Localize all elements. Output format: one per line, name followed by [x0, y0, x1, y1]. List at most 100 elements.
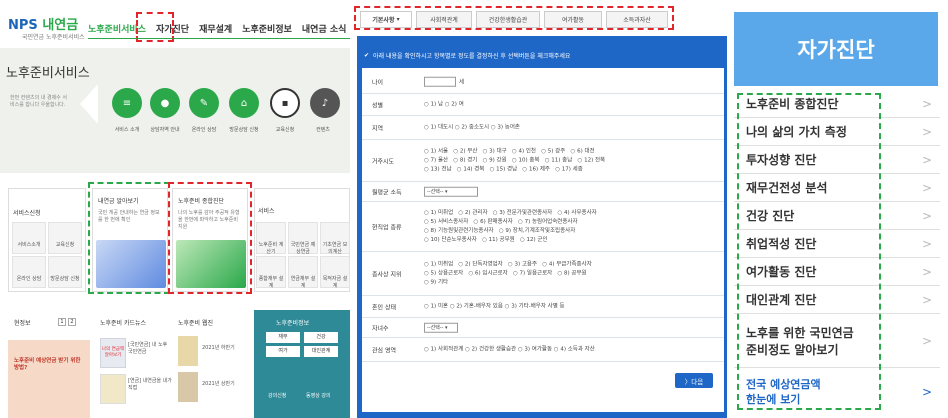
status-radios[interactable]: ○ 1) 미취업 ○ 2) 단독자영업자 ○ 3) 고용주 ○ 4) 무급가족종…: [424, 260, 592, 287]
hero-desc: 한번 컨텐츠의 내 경제수 서비스를 합니다 우울합니다.: [10, 95, 67, 108]
service2-tile[interactable]: 종합재무 설계: [256, 256, 286, 289]
form-row-children: 자녀수 --선택-- ▾: [362, 318, 724, 338]
tab-basic-label: 기본사항: [372, 17, 395, 24]
service-circle-4[interactable]: ⌂: [229, 88, 259, 118]
cardnews-item[interactable]: [연금] 내연금을 내가 직접: [128, 378, 172, 392]
guide-link[interactable]: 동영상 강의: [306, 392, 331, 399]
chevron-right-icon: >: [921, 334, 932, 348]
chevron-right-icon: >: [921, 384, 932, 399]
nav-item-finance[interactable]: 재무설계: [199, 22, 232, 35]
guide-tile[interactable]: 대인관계: [304, 346, 338, 357]
chevron-right-icon: >: [921, 208, 932, 223]
radio-options: 1) 대도시 ○ 2) 중소도시 ○ 3) 농어촌: [430, 124, 520, 130]
webzine-thumb[interactable]: [178, 336, 198, 366]
building-icon: ⌂: [229, 88, 259, 118]
income-select[interactable]: --선택-- ▾: [424, 186, 478, 197]
radio-options: 1) 미취업 ○ 2) 관리자 ○ 3) 전문가및관련종사자 ○ 4) 사무종사…: [424, 209, 597, 243]
gender-radios[interactable]: ○ 1) 남 ○ 2) 여: [424, 100, 464, 109]
row-label: 월평균 소득: [372, 189, 402, 196]
service2-tile[interactable]: 목적자금 설계: [320, 256, 350, 289]
income-select-wrap: --선택-- ▾: [424, 186, 478, 197]
nav-item-info[interactable]: 노후준비정보: [242, 22, 292, 35]
form-row-region: 지역 ○ 1) 대도시 ○ 2) 중소도시 ○ 3) 농어촌: [362, 116, 724, 140]
tab-leisure[interactable]: 여가활동: [544, 11, 602, 28]
radio-options: 1) 남 ○ 2) 여: [430, 101, 464, 107]
service-circle-1[interactable]: ≡: [112, 88, 142, 118]
chevron-right-icon: >: [921, 96, 932, 111]
region-radios[interactable]: ○ 1) 대도시 ○ 2) 중소도시 ○ 3) 농어촌: [424, 123, 520, 132]
guide-tile[interactable]: 재무: [266, 332, 300, 343]
service2-tile[interactable]: 기초연금 모의계산: [320, 222, 350, 255]
person-icon: ●: [150, 88, 180, 118]
check-icon: ✔: [364, 51, 370, 59]
page-1-button[interactable]: 1: [58, 318, 66, 326]
interest-radios[interactable]: ○ 1) 사회적관계 ○ 2) 건강한 생활습관 ○ 3) 여가활동 ○ 4) …: [424, 345, 595, 354]
service-circle-3[interactable]: ✎: [189, 88, 219, 118]
service-circle-5[interactable]: ▪: [270, 88, 300, 118]
age-unit: 세: [459, 78, 465, 85]
form-row-job: 현직업 종류 ○ 1) 미취업 ○ 2) 관리자 ○ 3) 전문가및관련종사자 …: [362, 202, 724, 252]
city-radios[interactable]: ○ 1) 서울 ○ 2) 부산 ○ 3) 대구 ○ 4) 인천 ○ 5) 광주 …: [424, 147, 605, 174]
circle-label: 상담자역 안내: [150, 127, 180, 133]
chevron-right-icon: >: [921, 292, 932, 307]
service2-tile[interactable]: 노후준비 계산기: [256, 222, 286, 255]
guide-tile[interactable]: 여가: [266, 346, 300, 357]
cardnews-thumb[interactable]: 나의 연금액 알아보기: [100, 338, 126, 368]
row-label: 성별: [372, 102, 384, 109]
row-label: 혼인 상태: [372, 304, 396, 311]
sidebar-title: 자가진단: [734, 12, 938, 86]
highlight-pension: [88, 182, 170, 294]
webzine-title: 노후준비 웹진: [178, 320, 214, 327]
webzine-item[interactable]: 2021년 하반기: [202, 344, 235, 351]
page-2-button[interactable]: 2: [68, 318, 76, 326]
webzine-thumb-2[interactable]: [178, 372, 198, 402]
nps-logo[interactable]: NPS 내연금: [8, 14, 78, 33]
marriage-radios[interactable]: ○ 1) 미혼 ○ 2) 기혼-배우자 있음 ○ 3) 기타-배우자 사별 등: [424, 302, 565, 311]
radio-options: 1) 미취업 ○ 2) 단독자영업자 ○ 3) 고용주 ○ 4) 무급가족종사자…: [424, 261, 592, 285]
tab-health[interactable]: 건강한생활습관: [476, 11, 540, 28]
doc-icon: ≡: [112, 88, 142, 118]
children-select-wrap: --선택-- ▾: [424, 322, 458, 333]
tab-basic[interactable]: 기본사항 ▾: [360, 11, 412, 28]
tab-income[interactable]: 소득과자산: [606, 11, 668, 28]
service-circle-6[interactable]: ♪: [310, 88, 340, 118]
radio-options: 1) 미혼 ○ 2) 기혼-배우자 있음 ○ 3) 기타-배우자 사별 등: [430, 303, 565, 309]
row-label: 종사상 지위: [372, 271, 402, 278]
cardnews-item[interactable]: [국민연금] 내 노후 국민연금: [128, 342, 172, 356]
guide-link[interactable]: 강의신청: [268, 392, 286, 399]
service-circle-2[interactable]: ●: [150, 88, 180, 118]
service2-tile[interactable]: 연금재무 설계: [288, 256, 318, 289]
news-title: 현정보: [14, 320, 31, 327]
guide-tile[interactable]: 건강: [304, 332, 338, 343]
job-radios[interactable]: ○ 1) 미취업 ○ 2) 관리자 ○ 3) 전문가및관련종사자 ○ 4) 사무…: [424, 209, 597, 245]
row-label: 자녀수: [372, 325, 389, 332]
mic-icon: ♪: [310, 88, 340, 118]
service-tile[interactable]: 방문상담 신청: [48, 256, 82, 288]
row-label: 현직업 종류: [372, 224, 402, 231]
chevron-right-icon: >: [921, 264, 932, 279]
circle-label: 서비스 소개: [114, 127, 140, 133]
tab-social[interactable]: 사회적관계: [416, 11, 472, 28]
form-row-marriage: 혼인 상태 ○ 1) 미혼 ○ 2) 기혼-배우자 있음 ○ 3) 기타-배우자…: [362, 296, 724, 318]
promo-banner[interactable]: [8, 340, 90, 418]
select-value: --선택--: [427, 324, 444, 331]
form-row-gender: 성별 ○ 1) 남 ○ 2) 여: [362, 94, 724, 116]
service-tile[interactable]: 온라인 상담: [12, 256, 46, 288]
form-row-age: 나이 세: [362, 70, 724, 94]
service-tile[interactable]: 서비스소개: [12, 222, 46, 254]
circle-label: 컨텐츠: [316, 127, 330, 133]
service-tile[interactable]: 교육신청: [48, 222, 82, 254]
radio-options: 1) 서울 ○ 2) 부산 ○ 3) 대구 ○ 4) 인천 ○ 5) 광주 ○ …: [424, 148, 606, 172]
guide-title: 노후준비정보: [276, 320, 310, 327]
children-select[interactable]: --선택-- ▾: [424, 322, 458, 333]
age-input[interactable]: [424, 76, 456, 87]
nav-item-news[interactable]: 내연금 소식: [302, 22, 347, 35]
webzine-item[interactable]: 2021년 상반기: [202, 380, 235, 387]
cardnews-thumb-2[interactable]: [100, 374, 126, 404]
circle-label: 방문상담 신청: [229, 127, 259, 133]
website-panel: NPS 내연금 국민연금 노후준비서비스 노후준비서비스 자가진단 재무설계 노…: [0, 0, 350, 418]
promo-title: 노후준비 예상연금 받기 위한 방법?: [14, 358, 81, 371]
service2-tile[interactable]: 국민연금 예상연금: [288, 222, 318, 255]
next-button[interactable]: 〉다음: [675, 373, 713, 388]
service2-title: 서비스: [258, 208, 275, 215]
